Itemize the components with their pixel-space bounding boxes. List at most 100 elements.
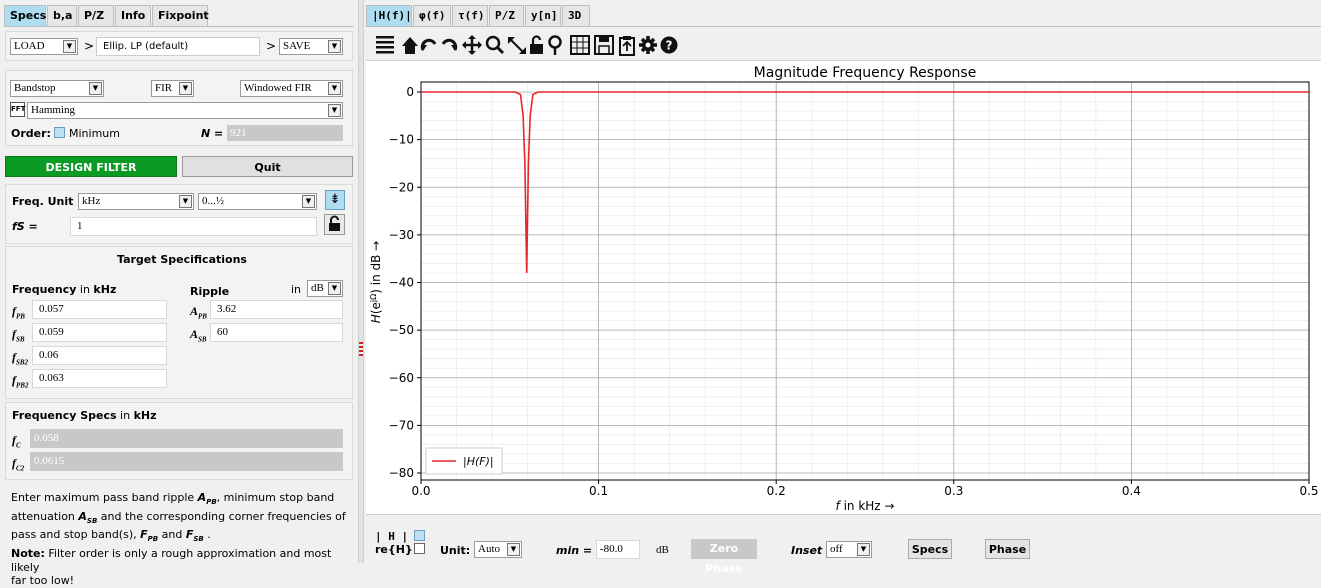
zoom-icon[interactable] <box>485 35 505 55</box>
re-checkbox[interactable] <box>414 543 425 556</box>
ripple-unit-select[interactable]: dB ▼ <box>307 280 343 297</box>
x-tick-label: 0.5 <box>1299 484 1318 498</box>
ripple-unit-value: dB <box>311 282 324 294</box>
fsb-sub: SB <box>16 335 25 344</box>
filter-class-select[interactable]: FIR ▼ <box>151 80 194 97</box>
phase-button[interactable]: Phase <box>985 539 1030 559</box>
minimum-checkbox[interactable] <box>54 127 65 140</box>
redo-icon[interactable] <box>441 38 458 51</box>
tab-magnitude[interactable]: |H(f)| <box>366 5 412 26</box>
help-line3a: pass and stop band(s), <box>11 528 137 542</box>
apb-sub: PB <box>198 312 207 321</box>
quit-button[interactable]: Quit <box>182 156 353 177</box>
y-tick-label: −10 <box>389 133 414 147</box>
asb-label: ASB <box>190 327 207 344</box>
chevron-down-icon: ▼ <box>507 543 520 556</box>
splitter-handle[interactable] <box>359 342 363 356</box>
grid-icon[interactable] <box>570 35 590 55</box>
fft-window-button[interactable]: FFT <box>10 102 25 117</box>
h-checkbox[interactable] <box>414 530 425 543</box>
inset-label: Inset <box>791 544 823 557</box>
fpb2-field[interactable]: 0.063 <box>32 369 167 388</box>
fc-label: fC <box>12 433 21 450</box>
clipboard-icon[interactable] <box>619 36 635 56</box>
plot-frame <box>420 81 1310 481</box>
save-select[interactable]: SAVE ▼ <box>279 38 343 55</box>
help-icon[interactable]: ? <box>660 36 678 54</box>
magnitude-chart[interactable]: Magnitude Frequency Response 0.0 0.1 0.2 0.… <box>366 60 1321 515</box>
note-label: Note: <box>11 547 45 561</box>
freq-specs-header: Frequency Specs in kHz <box>12 409 157 422</box>
help-text: Enter maximum pass band ripple APB, mini… <box>11 491 351 588</box>
design-method-select[interactable]: Windowed FIR ▼ <box>240 80 343 97</box>
n-label: N = <box>201 127 224 140</box>
tab-group-delay[interactable]: τ(f) <box>452 5 488 26</box>
window-select[interactable]: Hamming ▼ <box>27 102 343 119</box>
undo-icon[interactable] <box>420 38 437 51</box>
apb-field[interactable]: 3.62 <box>210 300 343 319</box>
chevron-down-icon: ▼ <box>328 104 341 117</box>
tab-pz[interactable]: P/Z <box>78 5 114 26</box>
tab-pz-plot[interactable]: P/Z <box>489 5 524 26</box>
freq-range-select[interactable]: 0...½ ▼ <box>198 193 317 210</box>
tab-phase[interactable]: φ(f) <box>413 5 451 26</box>
specs-button[interactable]: Specs <box>908 539 952 559</box>
preset-name-field[interactable]: Ellip. LP (default) <box>96 37 260 56</box>
checkbox-icon <box>414 543 425 554</box>
frequency-label: Frequency <box>12 283 77 296</box>
freq-unit-label: Freq. Unit <box>12 195 74 208</box>
fit-icon[interactable] <box>508 37 526 54</box>
design-filter-button[interactable]: DESIGN FILTER <box>5 156 177 177</box>
unit-label: Unit: <box>440 544 471 557</box>
min-field[interactable]: -80.0 <box>596 540 640 559</box>
menu-icon[interactable] <box>376 36 394 54</box>
fs-field[interactable]: 1 <box>70 217 317 236</box>
pan-icon[interactable] <box>462 35 482 55</box>
home-icon[interactable] <box>402 37 418 54</box>
load-select-value: LOAD <box>14 40 45 52</box>
lock-icon[interactable] <box>324 214 345 235</box>
legend: |H(F)| <box>425 447 503 475</box>
apb-label: APB <box>190 304 207 321</box>
asb-field[interactable]: 60 <box>210 323 343 342</box>
zero-phase-button[interactable]: Zero Phase <box>691 539 757 575</box>
help-line-1: Enter maximum pass band ripple APB, mini… <box>11 491 335 507</box>
tab-3d[interactable]: 3D <box>562 5 590 26</box>
freq-unit-value: kHz <box>82 195 101 207</box>
tab-fixpoint[interactable]: Fixpoint <box>152 5 209 26</box>
inset-select[interactable]: off ▼ <box>826 541 872 558</box>
sort-icon[interactable]: ⇟ <box>325 190 345 210</box>
pane-splitter[interactable] <box>358 0 364 563</box>
fsb-field[interactable]: 0.059 <box>32 323 167 342</box>
fsb2-sub: SB2 <box>16 358 29 367</box>
settings-icon[interactable] <box>639 36 657 54</box>
lock-icon[interactable] <box>530 35 543 55</box>
fpb-field[interactable]: 0.057 <box>32 300 167 319</box>
series-line <box>421 91 1309 274</box>
tab-specs[interactable]: Specs <box>4 5 46 26</box>
locate-icon[interactable] <box>548 35 562 56</box>
help-line2b: and the corresponding corner frequencies… <box>100 509 346 523</box>
response-type-select[interactable]: Bandstop ▼ <box>10 80 104 97</box>
load-select[interactable]: LOAD ▼ <box>10 38 78 55</box>
fsb2-field[interactable]: 0.06 <box>32 346 167 365</box>
tab-info[interactable]: Info <box>115 5 151 26</box>
fpb-label: fPB <box>12 304 25 321</box>
help-line-3: pass and stop band(s), FPB and FSB . <box>11 528 211 544</box>
save-select-value: SAVE <box>283 40 311 52</box>
fpb-sub: PB <box>16 312 25 321</box>
unit-select[interactable]: Auto ▼ <box>474 541 522 558</box>
right-tab-divider <box>366 26 1321 27</box>
target-specs-title: Target Specifications <box>117 253 247 266</box>
fc-field: 0.058 <box>30 429 343 448</box>
chevron-down-icon: ▼ <box>89 82 102 95</box>
save-icon[interactable] <box>594 35 614 55</box>
help-line3b: and <box>161 528 183 542</box>
n-order-field: 921 <box>227 125 343 141</box>
freq-unit-select[interactable]: kHz ▼ <box>78 193 194 210</box>
design-method-value: Windowed FIR <box>244 82 312 94</box>
help-line-2: attenuation ASB and the corresponding co… <box>11 509 346 525</box>
fsb-label: fSB <box>12 327 25 344</box>
tab-ba[interactable]: b,a <box>47 5 77 26</box>
tab-impulse[interactable]: y[n] <box>525 5 561 26</box>
